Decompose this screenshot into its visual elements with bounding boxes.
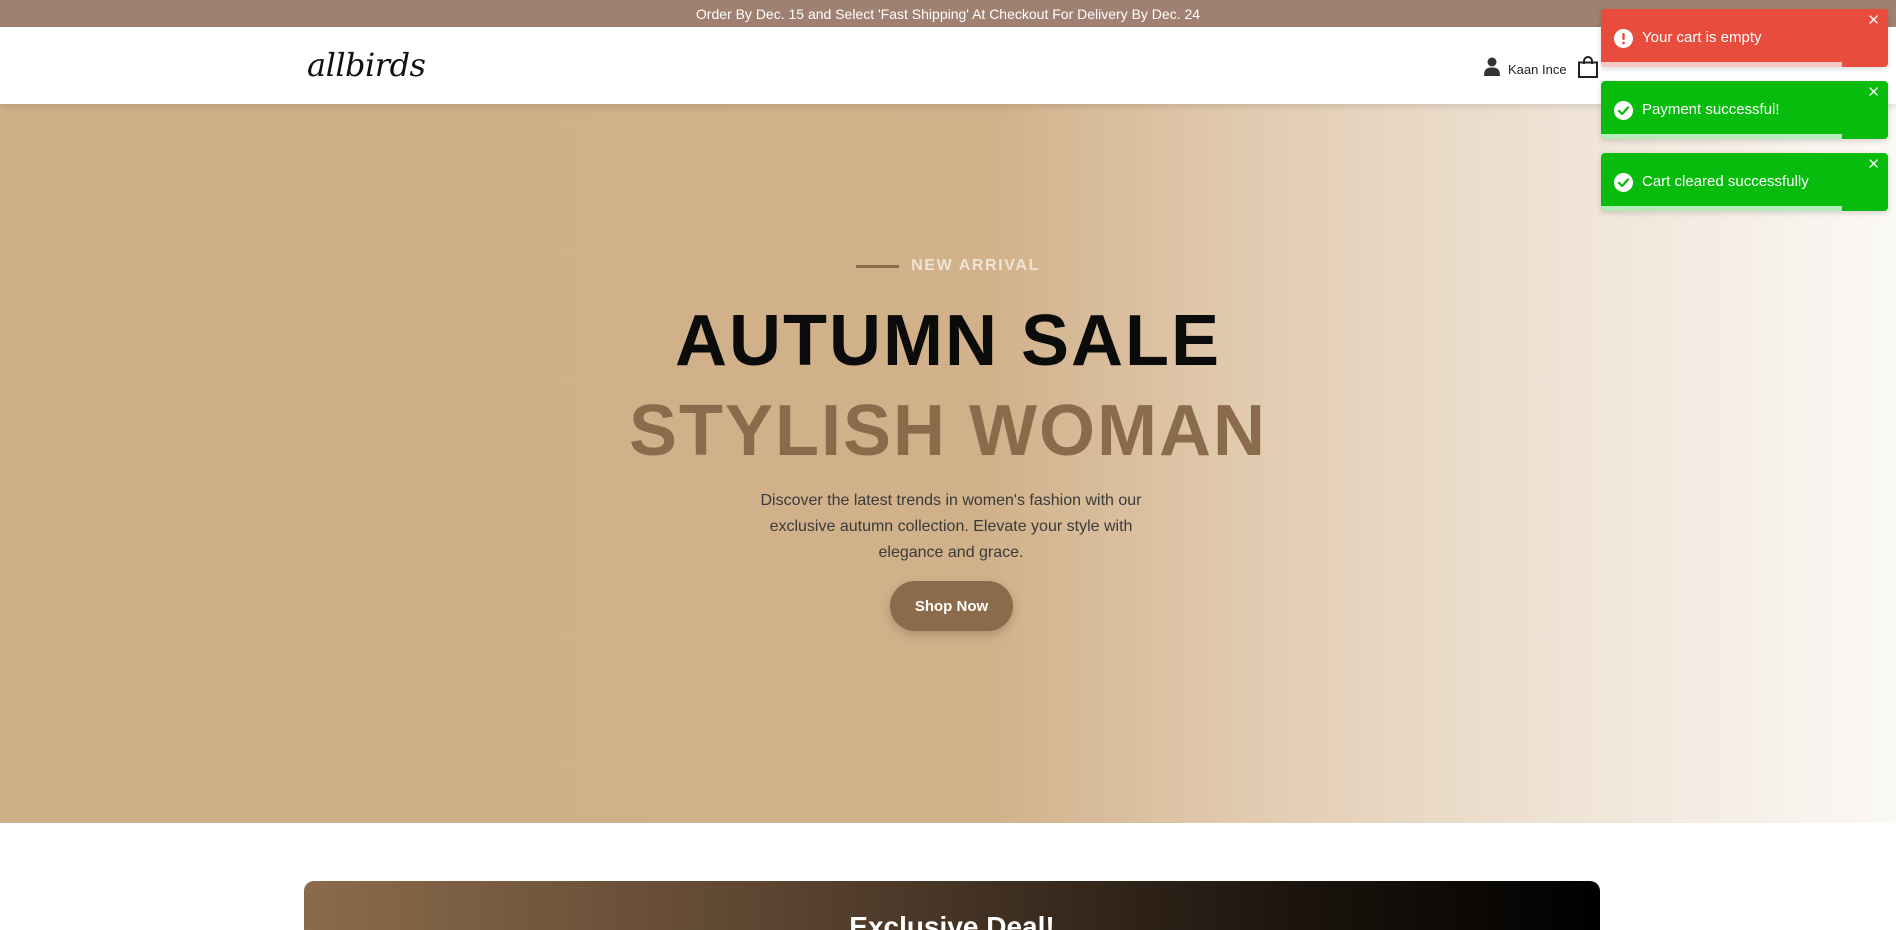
- check-icon: [1614, 173, 1633, 192]
- close-icon[interactable]: ✕: [1867, 85, 1880, 100]
- toast-message: Your cart is empty: [1642, 29, 1762, 46]
- toast-payment-success: Payment successful! ✕: [1601, 81, 1888, 139]
- toast-cart-cleared: Cart cleared successfully ✕: [1601, 153, 1888, 211]
- eyebrow-text: NEW ARRIVAL: [911, 257, 1040, 274]
- check-icon: [1614, 101, 1633, 120]
- hero-description: Discover the latest trends in women's fa…: [760, 492, 1142, 561]
- user-icon: [1484, 57, 1500, 81]
- hero-eyebrow: NEW ARRIVAL: [0, 257, 1896, 275]
- brand-logo[interactable]: allbirds: [307, 49, 426, 81]
- close-icon[interactable]: ✕: [1867, 157, 1880, 172]
- hero-title-primary: AUTUMN SALE: [675, 301, 1221, 381]
- user-account-link[interactable]: Kaan Ince: [1484, 57, 1567, 81]
- alert-icon: [1614, 29, 1633, 48]
- toast-progress-bar: [1601, 62, 1843, 67]
- toast-progress-bar: [1601, 134, 1843, 139]
- toast-progress-bar: [1601, 206, 1843, 211]
- toast-message: Payment successful!: [1642, 101, 1780, 118]
- shop-now-button[interactable]: Shop Now: [890, 581, 1013, 631]
- toast-message: Cart cleared successfully: [1642, 173, 1809, 190]
- announcement-text: Order By Dec. 15 and Select 'Fast Shippi…: [695, 5, 1201, 22]
- eyebrow-divider: [856, 264, 900, 268]
- shopping-bag-icon[interactable]: [1578, 56, 1598, 83]
- user-name: Kaan Ince: [1508, 61, 1567, 77]
- hero-title-secondary: STYLISH WOMAN: [629, 391, 1267, 471]
- exclusive-deal-banner: Exclusive Deal!: [304, 881, 1600, 930]
- hero-banner: NEW ARRIVAL AUTUMN SALE STYLISH WOMAN Di…: [0, 104, 1896, 823]
- toast-cart-empty: Your cart is empty ✕: [1601, 9, 1888, 67]
- close-icon[interactable]: ✕: [1867, 13, 1880, 28]
- deal-title: Exclusive Deal!: [849, 911, 1055, 930]
